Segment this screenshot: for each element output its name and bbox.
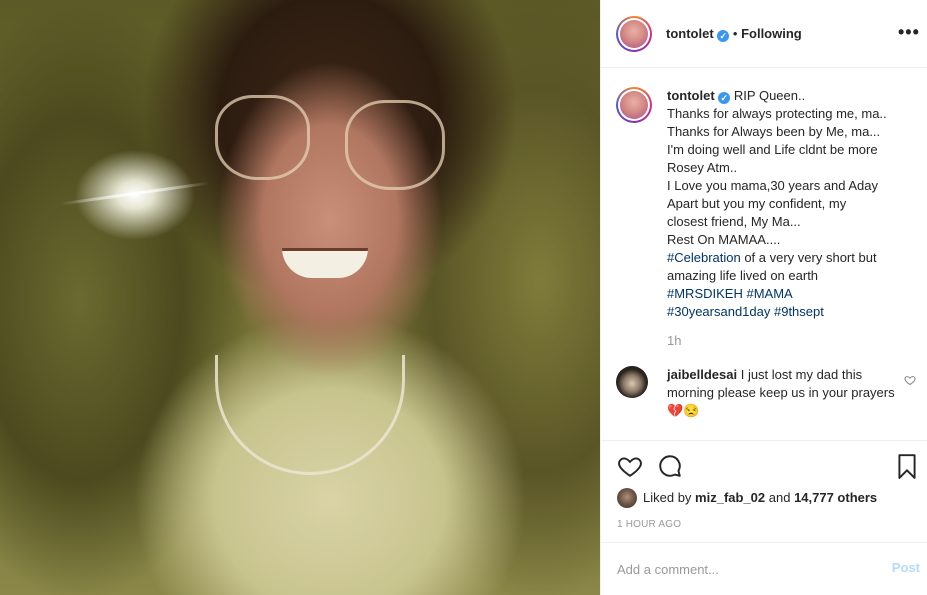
caption-line: Rest On MAMAA.... (667, 232, 781, 247)
caption-line: closest friend, My Ma... (667, 214, 801, 229)
hashtag-link[interactable]: #30yearsand1day (667, 304, 770, 319)
caption-author-avatar[interactable] (616, 87, 652, 123)
caption-time[interactable]: 1h (667, 333, 916, 348)
comment-like-heart-icon[interactable] (904, 374, 916, 386)
comment-bubble-icon[interactable] (657, 453, 683, 479)
post-comment-button[interactable]: Post (892, 560, 920, 575)
comment-item: jaibelldesai I just lost my dad this mor… (616, 366, 916, 420)
liked-by-and: and (765, 490, 795, 505)
author-username-link[interactable]: tontolet (666, 26, 714, 41)
verified-badge-icon: ✓ (717, 30, 730, 42)
hashtag-link[interactable]: #MAMA (746, 286, 792, 301)
caption-line: I Love you mama,30 years and Aday (667, 178, 879, 193)
likes-count-link[interactable]: 14,777 others (794, 490, 877, 505)
liked-by-line: Liked by miz_fab_02 and 14,777 others (617, 488, 877, 508)
liked-by-prefix: Liked by (643, 490, 696, 505)
photo-necklace (215, 355, 405, 475)
add-comment-bar: Post (601, 542, 927, 595)
caption-line: Rosey Atm.. (667, 160, 738, 175)
hashtag-link[interactable]: #MRSDIKEH (667, 286, 743, 301)
following-button[interactable]: Following (741, 26, 802, 41)
post-header: tontolet ✓ • Following ••• (601, 0, 927, 68)
photo-glasses-left (215, 95, 310, 180)
bookmark-icon[interactable] (894, 453, 920, 479)
comment-input[interactable] (617, 559, 867, 579)
caption-line: RIP Queen.. (733, 88, 806, 103)
dot-separator: • (732, 26, 742, 41)
caption-username-link[interactable]: tontolet (667, 88, 715, 103)
verified-badge-icon: ✓ (718, 92, 731, 104)
post-photo[interactable] (0, 0, 600, 595)
more-options-icon[interactable]: ••• (898, 22, 919, 42)
photo-glasses-right (345, 100, 445, 190)
photo-light-flare (60, 181, 210, 206)
commenter-username-link[interactable]: jaibelldesai (667, 367, 737, 382)
caption-line: Thanks for always protecting me, ma.. (667, 106, 887, 121)
hashtag-link[interactable]: #Celebration (667, 250, 741, 265)
header-user-line: tontolet ✓ • Following (666, 26, 802, 42)
caption-line: Apart but you my confident, my (667, 196, 847, 211)
caption-line: Thanks for Always been by Me, ma... (667, 124, 881, 139)
caption-line: I'm doing well and Life cldnt be more (667, 142, 878, 157)
caption: tontolet ✓ RIP Queen.. Thanks for always… (616, 87, 916, 348)
commenter-avatar[interactable] (616, 366, 648, 398)
post-actions: Liked by miz_fab_02 and 14,777 others 1 … (601, 440, 927, 542)
comments-section[interactable]: tontolet ✓ RIP Queen.. Thanks for always… (601, 69, 927, 440)
post-side-panel: tontolet ✓ • Following ••• tontolet ✓ RI… (600, 0, 927, 595)
photo-smile (282, 248, 368, 278)
caption-line: amazing life lived on earth (667, 268, 819, 283)
caption-text: tontolet ✓ RIP Queen.. Thanks for always… (667, 87, 916, 321)
comment-text: jaibelldesai I just lost my dad this mor… (667, 366, 897, 420)
post-time-ago[interactable]: 1 HOUR AGO (617, 519, 681, 530)
heart-icon[interactable] (617, 453, 643, 479)
hashtag-link[interactable]: #9thsept (774, 304, 824, 319)
liked-by-avatar[interactable] (617, 488, 637, 508)
liked-by-user-link[interactable]: miz_fab_02 (695, 490, 765, 505)
caption-text-segment: of a very very short but (740, 250, 877, 265)
author-avatar[interactable] (616, 16, 652, 52)
